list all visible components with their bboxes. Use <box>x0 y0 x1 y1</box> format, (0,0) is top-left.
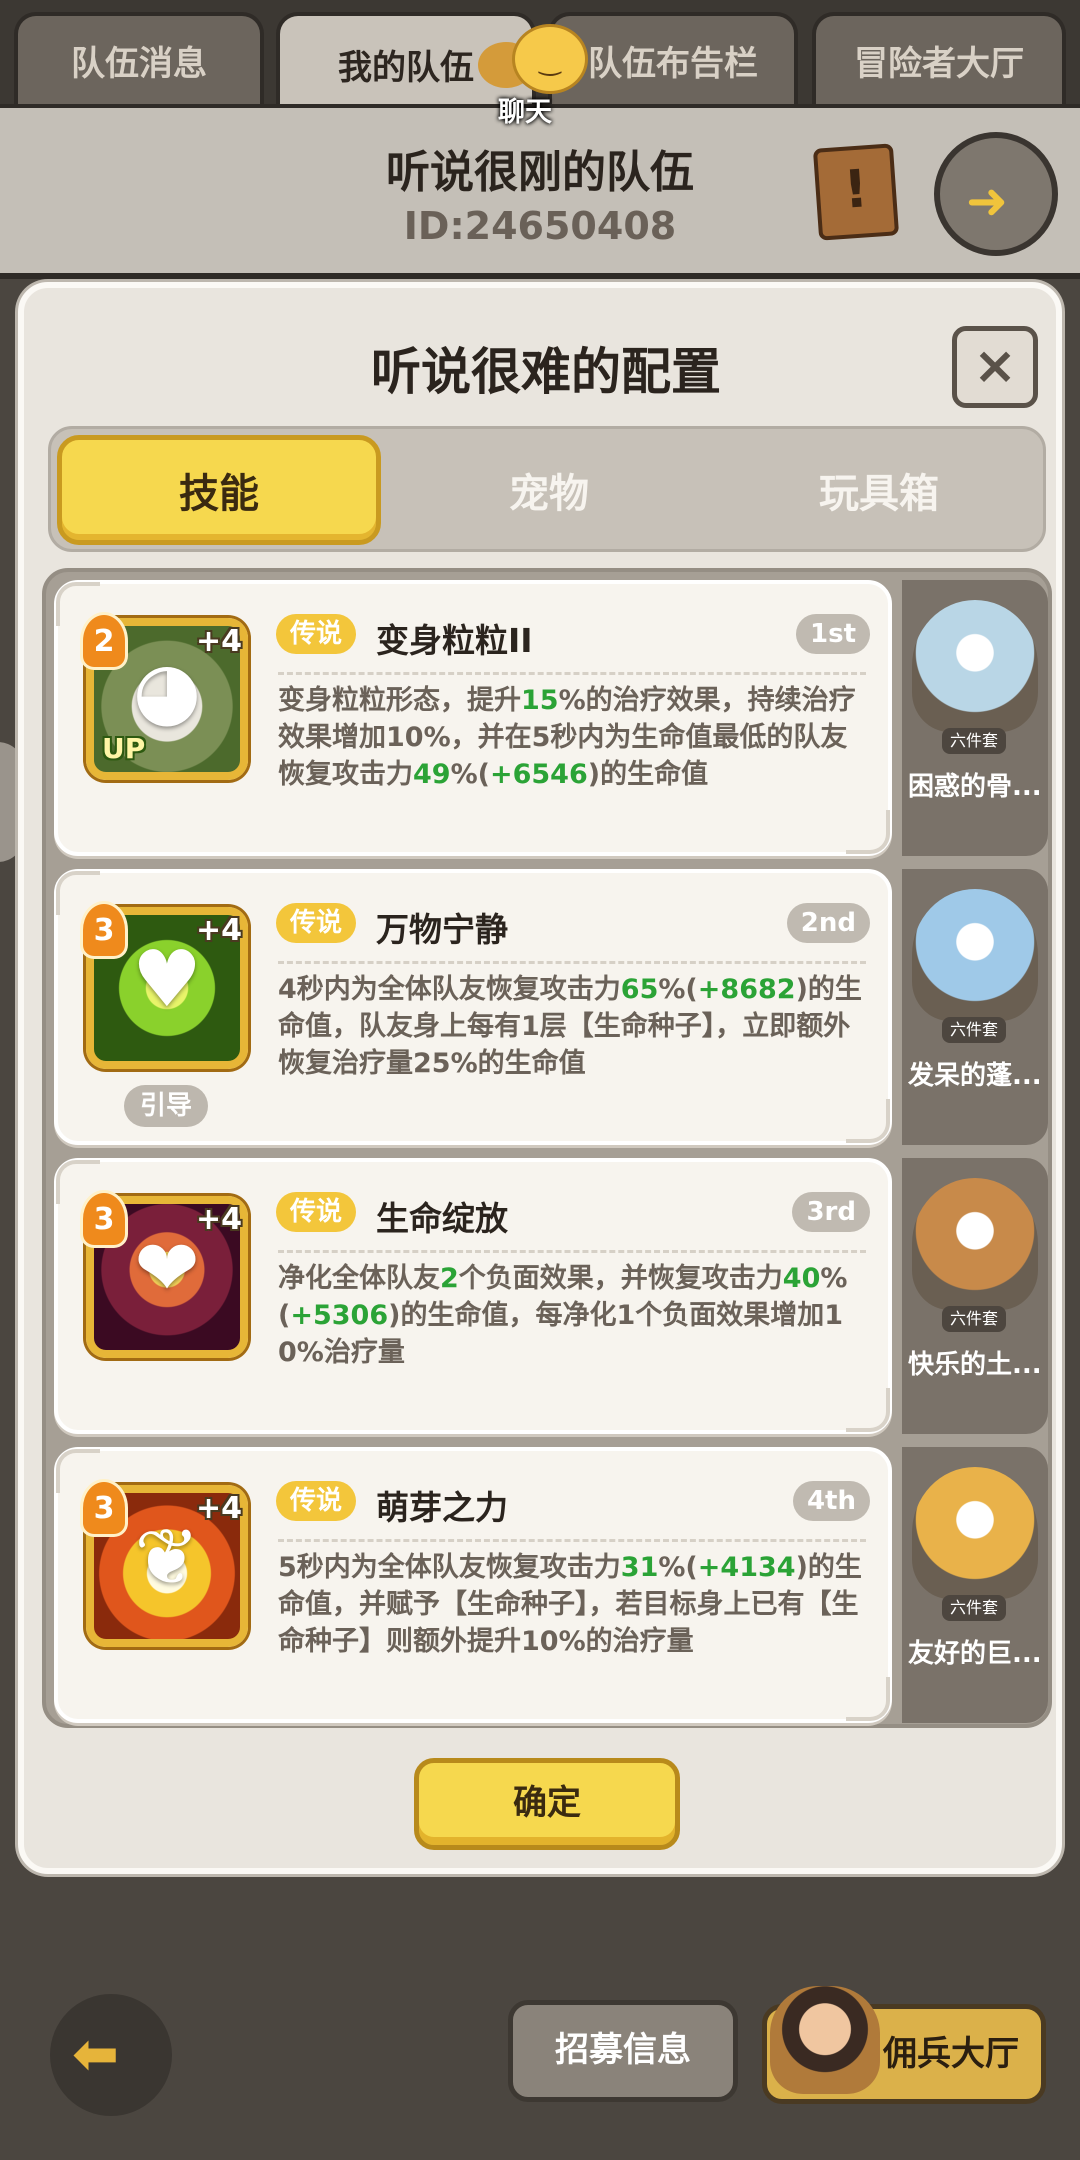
chat-bubble-face-icon <box>512 24 588 94</box>
divider <box>278 672 866 675</box>
config-modal: 听说很难的配置 × 技能 宠物 玩具箱 ◕ 2 +4 UP 传说 变身粒粒II 1st 变身粒… <box>18 282 1062 1874</box>
skill-description-text: 净化全体队友 <box>278 1263 440 1294</box>
hero-card[interactable]: 六件套友好的巨... <box>902 1447 1048 1723</box>
skill-up-tag: UP <box>102 732 146 765</box>
recruit-info-button[interactable]: 招募信息 <box>508 2000 738 2102</box>
skill-card[interactable]: ♥ 3 +4 引导 传说 万物宁静 2nd 4秒内为全体队友恢复攻击力65%(+8682)的生… <box>54 869 892 1145</box>
divider <box>278 1539 866 1542</box>
notice-scroll-icon[interactable] <box>812 143 900 241</box>
skill-description-text: 变身粒粒形态，提升 <box>278 685 521 716</box>
hero-portrait <box>912 1467 1038 1599</box>
skill-description-text: %( <box>658 974 698 1005</box>
tab-pets[interactable]: 宠物 <box>387 435 711 545</box>
skill-plus-level: +4 <box>196 1202 243 1237</box>
skill-name: 生命绽放 <box>376 1199 508 1238</box>
tab-adventurer-hall[interactable]: 冒险者大厅 <box>812 12 1066 104</box>
skill-name: 变身粒粒II <box>376 621 533 660</box>
hero-card[interactable]: 六件套困惑的骨... <box>902 580 1048 856</box>
close-button[interactable]: × <box>952 326 1038 408</box>
modal-title: 听说很难的配置 <box>371 343 721 401</box>
hero-name: 困惑的骨... <box>908 772 1042 802</box>
exit-arrow-icon: ➜ <box>966 172 1008 230</box>
hero-card[interactable]: 六件套发呆的蓬... <box>902 869 1048 1145</box>
divider <box>278 961 866 964</box>
skill-value-highlight: +5306 <box>290 1300 389 1331</box>
skill-name: 万物宁静 <box>376 910 508 949</box>
skill-value-highlight: 49 <box>413 759 451 790</box>
skill-name: 萌芽之力 <box>376 1488 508 1527</box>
skill-value-highlight: 31 <box>620 1552 659 1583</box>
skill-value-highlight: +8682 <box>697 974 796 1005</box>
skill-description-text: 4秒内为全体队友恢复攻击力 <box>278 974 621 1005</box>
hero-card[interactable]: 六件套快乐的土... <box>902 1158 1048 1434</box>
skill-list: ◕ 2 +4 UP 传说 变身粒粒II 1st 变身粒粒形态，提升15%的治疗效果，持续治疗效… <box>42 568 1052 1728</box>
skill-value-highlight: 2 <box>440 1263 459 1294</box>
skill-value-highlight: +4134 <box>697 1552 796 1583</box>
skill-level-badge: 3 <box>80 901 128 959</box>
skill-rarity-badge: 传说 <box>276 1481 357 1521</box>
divider <box>278 1250 866 1253</box>
hero-set-tag: 六件套 <box>942 1595 1007 1621</box>
skill-card[interactable]: ◕ 2 +4 UP 传说 变身粒粒II 1st 变身粒粒形态，提升15%的治疗效果，持续治疗效… <box>54 580 892 856</box>
segment-control: 技能 宠物 玩具箱 <box>48 426 1046 552</box>
skill-description: 净化全体队友2个负面效果，并恢复攻击力40%(+5306)的生命值，每净化1个负… <box>278 1260 866 1371</box>
skill-rarity-badge: 传说 <box>276 1192 357 1232</box>
skill-plus-level: +4 <box>196 913 243 948</box>
skill-card[interactable]: ❤ 3 +4 传说 生命绽放 3rd 净化全体队友2个负面效果，并恢复攻击力40%(+530… <box>54 1158 892 1434</box>
skill-rarity-badge: 传说 <box>276 614 357 654</box>
skill-description-text: %( <box>658 1552 698 1583</box>
hero-name: 友好的巨... <box>908 1639 1042 1669</box>
skill-plus-level: +4 <box>196 1491 243 1526</box>
team-header: 听说很刚的队伍 ID:24650408 ➜ <box>0 104 1080 279</box>
skill-description: 5秒内为全体队友恢复攻击力31%(+4134)的生命值，并赋予【生命种子】，若目… <box>278 1549 866 1660</box>
hero-set-tag: 六件套 <box>942 1017 1007 1043</box>
team-name: 听说很刚的队伍 <box>386 147 694 198</box>
skill-rank-badge: 4th <box>792 1481 870 1521</box>
hero-name: 发呆的蓬... <box>908 1061 1042 1091</box>
skill-guide-tag: 引导 <box>124 1085 208 1127</box>
chat-label: 聊天 <box>498 97 552 128</box>
tab-skills[interactable]: 技能 <box>57 435 381 545</box>
skill-description-text: 5秒内为全体队友恢复攻击力 <box>278 1552 621 1583</box>
chat-button[interactable]: 聊天 <box>478 22 598 128</box>
skill-description: 变身粒粒形态，提升15%的治疗效果，持续治疗效果增加10%，并在5秒内为生命值最… <box>278 682 866 793</box>
exit-team-button[interactable]: ➜ <box>934 132 1058 256</box>
hero-set-tag: 六件套 <box>942 728 1007 754</box>
skill-description: 4秒内为全体队友恢复攻击力65%(+8682)的生命值，队友身上每有1层【生命种… <box>278 971 866 1082</box>
hero-set-tag: 六件套 <box>942 1306 1007 1332</box>
back-arrow-icon: ⬅ <box>72 2022 119 2087</box>
hero-name: 快乐的土... <box>908 1350 1042 1380</box>
card-corner-decor <box>846 1099 890 1143</box>
skill-value-highlight: 65 <box>620 974 659 1005</box>
skill-level-badge: 3 <box>80 1190 128 1248</box>
skill-value-highlight: 40 <box>782 1263 821 1294</box>
skill-card[interactable]: ❦ 3 +4 传说 萌芽之力 4th 5秒内为全体队友恢复攻击力31%(+4134)的生命值… <box>54 1447 892 1723</box>
tab-toybox[interactable]: 玩具箱 <box>717 435 1041 545</box>
skill-description-text: 个负面效果，并恢复攻击力 <box>458 1263 783 1294</box>
back-button[interactable]: ⬅ <box>50 1994 172 2116</box>
card-corner-decor <box>846 1677 890 1721</box>
skill-plus-level: +4 <box>196 624 243 659</box>
skill-rarity-badge: 传说 <box>276 903 357 943</box>
confirm-button[interactable]: 确定 <box>414 1758 680 1850</box>
hero-portrait <box>912 600 1038 732</box>
hero-portrait <box>912 889 1038 1021</box>
card-corner-decor <box>846 1388 890 1432</box>
skill-description-text: )的生命值 <box>587 759 709 790</box>
skill-level-badge: 3 <box>80 1479 128 1537</box>
hero-portrait <box>912 1178 1038 1310</box>
skill-value-highlight: +6546 <box>489 759 588 790</box>
tab-team-messages[interactable]: 队伍消息 <box>14 12 264 104</box>
card-corner-decor <box>846 810 890 854</box>
mercenary-avatar <box>770 1986 880 2094</box>
team-id: ID:24650408 <box>403 204 677 248</box>
skill-rank-badge: 2nd <box>786 903 870 943</box>
skill-description-text: %( <box>450 759 490 790</box>
skill-rank-badge: 1st <box>796 614 870 654</box>
skill-rank-badge: 3rd <box>792 1192 870 1232</box>
skill-level-badge: 2 <box>80 612 128 670</box>
skill-value-highlight: 15 <box>521 685 559 716</box>
